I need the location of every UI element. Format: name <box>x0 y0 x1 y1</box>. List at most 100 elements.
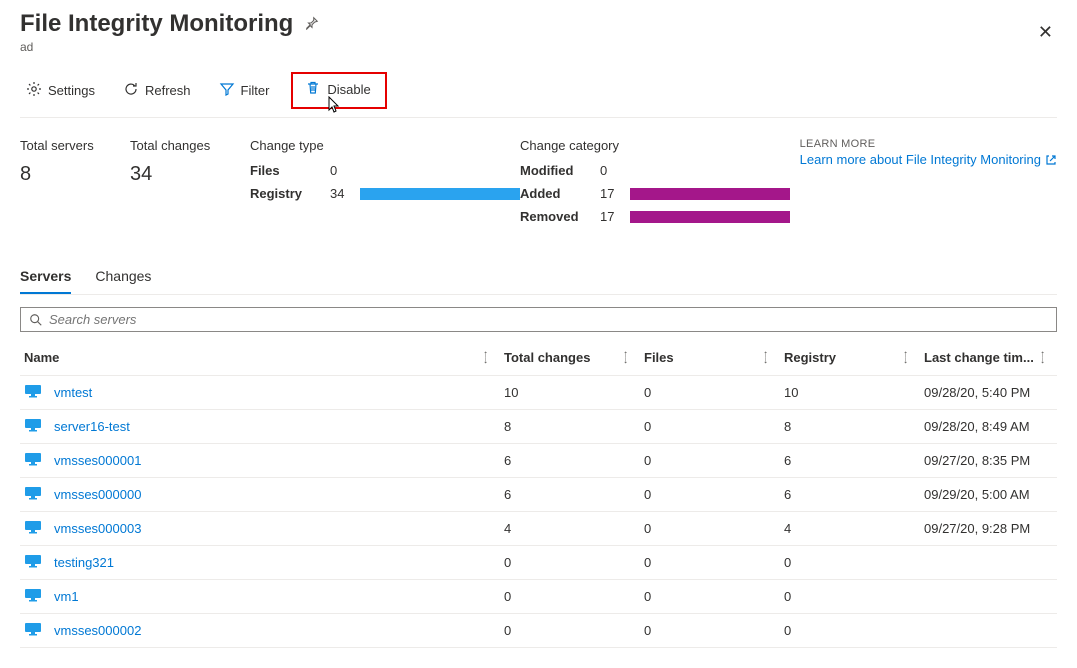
refresh-button[interactable]: Refresh <box>117 77 197 104</box>
vm-icon <box>24 622 42 639</box>
cell-total-changes: 10 <box>500 376 640 410</box>
search-icon <box>29 313 43 327</box>
refresh-label: Refresh <box>145 83 191 98</box>
cell-total-changes: 6 <box>500 478 640 512</box>
settings-label: Settings <box>48 83 95 98</box>
cell-total-changes: 0 <box>500 580 640 614</box>
added-bar <box>630 188 790 200</box>
cell-registry: 8 <box>780 410 920 444</box>
sort-icon: ↑↓ <box>483 352 488 364</box>
cell-last-change: 09/28/20, 8:49 AM <box>920 410 1057 444</box>
server-link[interactable]: vm1 <box>54 589 79 604</box>
cell-files: 0 <box>640 580 780 614</box>
disable-button[interactable]: Disable <box>299 76 376 103</box>
pin-icon[interactable] <box>305 16 319 33</box>
sort-icon: ↑↓ <box>623 352 628 364</box>
cell-total-changes: 6 <box>500 444 640 478</box>
table-row: vmsses000002000 <box>20 614 1057 648</box>
filter-icon <box>219 81 235 100</box>
change-category-label: Change category <box>520 138 790 153</box>
cell-files: 0 <box>640 546 780 580</box>
table-row: vmsses00000160609/27/20, 8:35 PM <box>20 444 1057 478</box>
total-servers-value: 8 <box>20 163 130 186</box>
col-last-change[interactable]: Last change tim...↑↓ <box>920 340 1057 376</box>
cell-files: 0 <box>640 444 780 478</box>
removed-value: 17 <box>600 209 630 224</box>
disable-label: Disable <box>327 82 370 97</box>
cell-last-change <box>920 580 1057 614</box>
tab-changes[interactable]: Changes <box>95 260 151 294</box>
removed-bar <box>630 211 790 223</box>
cell-files: 0 <box>640 478 780 512</box>
filter-button[interactable]: Filter <box>213 77 276 104</box>
sort-icon: ↑↓ <box>1040 352 1045 364</box>
cell-last-change: 09/27/20, 9:28 PM <box>920 512 1057 546</box>
tab-servers[interactable]: Servers <box>20 260 71 294</box>
registry-label: Registry <box>250 186 330 201</box>
server-link[interactable]: vmsses000003 <box>54 521 141 536</box>
vm-icon <box>24 486 42 503</box>
toolbar: Settings Refresh Filter Disable <box>20 72 1057 118</box>
servers-table: Name↑↓ Total changes↑↓ Files↑↓ Registry↑… <box>20 340 1057 648</box>
registry-bar <box>360 188 520 200</box>
server-link[interactable]: vmsses000000 <box>54 487 141 502</box>
table-row: vmsses00000340409/27/20, 9:28 PM <box>20 512 1057 546</box>
cell-registry: 0 <box>780 580 920 614</box>
search-input[interactable] <box>49 312 1048 327</box>
col-total-changes[interactable]: Total changes↑↓ <box>500 340 640 376</box>
vm-icon <box>24 418 42 435</box>
table-row: vm1000 <box>20 580 1057 614</box>
files-value: 0 <box>330 163 360 178</box>
filter-label: Filter <box>241 83 270 98</box>
change-type-label: Change type <box>250 138 520 153</box>
sort-icon: ↑↓ <box>763 352 768 364</box>
table-row: server16-test80809/28/20, 8:49 AM <box>20 410 1057 444</box>
vm-icon <box>24 554 42 571</box>
gear-icon <box>26 81 42 100</box>
trash-icon <box>305 80 321 99</box>
vm-icon <box>24 384 42 401</box>
removed-label: Removed <box>520 209 600 224</box>
settings-button[interactable]: Settings <box>20 77 101 104</box>
server-link[interactable]: server16-test <box>54 419 130 434</box>
total-changes-stat: Total changes 34 <box>130 138 250 232</box>
learn-more-heading: LEARN MORE <box>800 138 1057 150</box>
col-registry[interactable]: Registry↑↓ <box>780 340 920 376</box>
cell-last-change: 09/29/20, 5:00 AM <box>920 478 1057 512</box>
external-link-icon <box>1045 154 1057 166</box>
cell-total-changes: 0 <box>500 614 640 648</box>
col-name[interactable]: Name↑↓ <box>20 340 500 376</box>
table-row: vmsses00000060609/29/20, 5:00 AM <box>20 478 1057 512</box>
cell-total-changes: 4 <box>500 512 640 546</box>
server-link[interactable]: vmsses000001 <box>54 453 141 468</box>
vm-icon <box>24 588 42 605</box>
cell-last-change <box>920 546 1057 580</box>
files-label: Files <box>250 163 330 178</box>
total-changes-value: 34 <box>130 163 250 186</box>
table-row: vmtest1001009/28/20, 5:40 PM <box>20 376 1057 410</box>
cell-files: 0 <box>640 512 780 546</box>
cell-registry: 6 <box>780 444 920 478</box>
search-box[interactable] <box>20 307 1057 332</box>
learn-more-text: Learn more about File Integrity Monitori… <box>800 152 1041 167</box>
learn-more-link[interactable]: Learn more about File Integrity Monitori… <box>800 152 1057 167</box>
change-type-chart: Change type Files 0 Registry 34 <box>250 138 520 232</box>
cell-total-changes: 8 <box>500 410 640 444</box>
server-link[interactable]: vmtest <box>54 385 92 400</box>
total-servers-stat: Total servers 8 <box>20 138 130 232</box>
refresh-icon <box>123 81 139 100</box>
close-icon[interactable]: ✕ <box>1034 18 1057 47</box>
tabs: Servers Changes <box>20 260 1057 295</box>
server-link[interactable]: testing321 <box>54 555 114 570</box>
col-files[interactable]: Files↑↓ <box>640 340 780 376</box>
cell-total-changes: 0 <box>500 546 640 580</box>
cell-last-change <box>920 614 1057 648</box>
cell-registry: 0 <box>780 614 920 648</box>
cell-registry: 0 <box>780 546 920 580</box>
table-row: testing321000 <box>20 546 1057 580</box>
page-title: File Integrity Monitoring <box>20 10 293 38</box>
sort-icon: ↑↓ <box>903 352 908 364</box>
added-label: Added <box>520 186 600 201</box>
cell-files: 0 <box>640 376 780 410</box>
server-link[interactable]: vmsses000002 <box>54 623 141 638</box>
